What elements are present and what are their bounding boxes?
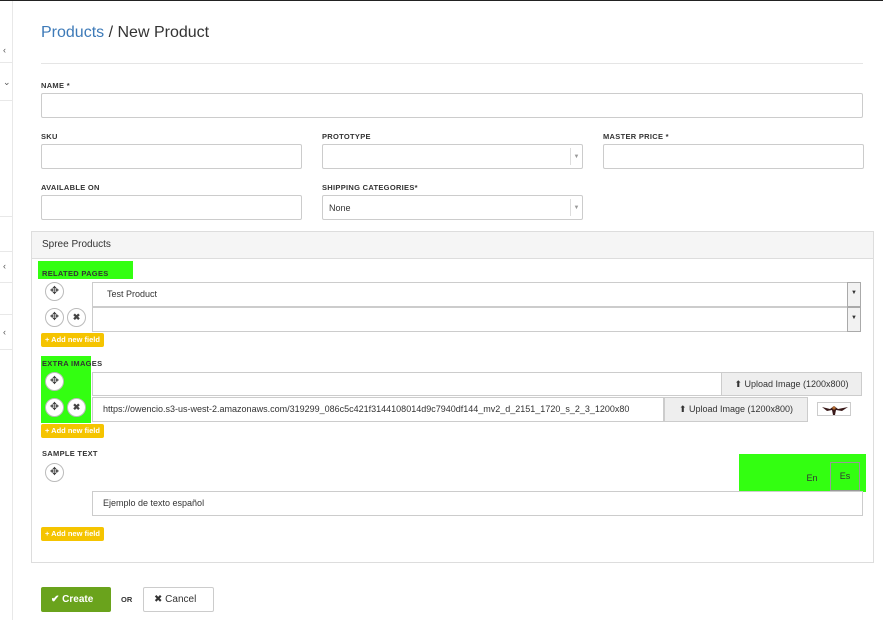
top-border [0,0,883,1]
title-divider [41,63,863,64]
extra-image-url-field[interactable] [92,372,722,396]
sample-text-label: SAMPLE TEXT [42,449,98,458]
lang-tab-es[interactable]: Es [830,462,860,491]
panel-title: Spree Products [32,232,873,259]
upload-icon: ⬆ [734,379,745,389]
page-title: New Product [117,24,210,41]
chevron-left-icon[interactable]: ‹ [3,45,6,55]
chevron-down-icon: ▼ [570,148,582,165]
master-price-label: MASTER PRICE * [603,132,669,141]
chevron-down-icon[interactable]: ⌄ [3,77,11,87]
move-icon[interactable]: ✥ [45,463,64,482]
move-icon[interactable]: ✥ [45,308,64,327]
move-icon[interactable]: ✥ [45,398,64,417]
related-page-select[interactable] [92,307,848,332]
rail-segment [0,252,13,283]
image-thumbnail-graphic [822,406,848,415]
upload-icon: ⬆ [678,404,689,414]
move-icon[interactable]: ✥ [45,282,64,301]
rail-segment [0,314,13,350]
extra-image-url-field[interactable]: https://owencio.s3-us-west-2.amazonaws.c… [92,397,664,422]
sku-field[interactable] [41,144,302,169]
add-sample-text-button[interactable]: + Add new field [41,527,104,541]
add-related-page-button[interactable]: + Add new field [41,333,104,347]
shipping-categories-select[interactable]: None ▼ [322,195,583,220]
cancel-button[interactable]: ✖ Cancel [143,587,214,612]
related-page-select[interactable]: Test Product [92,282,848,307]
or-separator: OR [121,595,133,604]
related-pages-label: RELATED PAGES [42,269,109,278]
available-on-label: AVAILABLE ON [41,183,100,192]
available-on-field[interactable] [41,195,302,220]
breadcrumb: Products / New Product [41,24,209,42]
image-thumbnail [817,402,851,416]
upload-image-button[interactable]: ⬆ Upload Image (1200x800) [664,397,808,422]
shipping-categories-label: SHIPPING CATEGORIES* [322,183,418,192]
check-icon: ✔ [51,594,63,605]
prototype-select[interactable]: ▼ [322,144,583,169]
chevron-down-icon[interactable]: ▼ [847,307,861,332]
remove-icon[interactable]: ✖ [67,398,86,417]
left-rail: ‹ ⌄ ‹ ‹ [0,1,13,620]
rail-segment [0,1,13,63]
extra-images-label: EXTRA IMAGES [42,359,103,368]
create-button[interactable]: ✔ Create [41,587,111,612]
chevron-down-icon: ▼ [570,199,582,216]
upload-image-button[interactable]: ⬆ Upload Image (1200x800) [721,372,862,396]
move-icon[interactable]: ✥ [45,372,64,391]
breadcrumb-separator: / [104,24,118,41]
prototype-label: PROTOTYPE [322,132,371,141]
remove-icon[interactable]: ✖ [67,308,86,327]
sample-text-field[interactable]: Ejemplo de texto español [92,491,863,516]
chevron-down-icon[interactable]: ▼ [847,282,861,307]
name-field[interactable] [41,93,863,118]
lang-tab-en[interactable]: En [797,463,827,491]
sku-label: SKU [41,132,58,141]
rail-segment [0,216,13,252]
master-price-field[interactable] [603,144,864,169]
shipping-categories-value: None [329,203,351,213]
name-label: NAME * [41,81,70,90]
add-extra-image-button[interactable]: + Add new field [41,424,104,438]
close-icon: ✖ [154,594,166,605]
breadcrumb-products-link[interactable]: Products [41,24,104,41]
